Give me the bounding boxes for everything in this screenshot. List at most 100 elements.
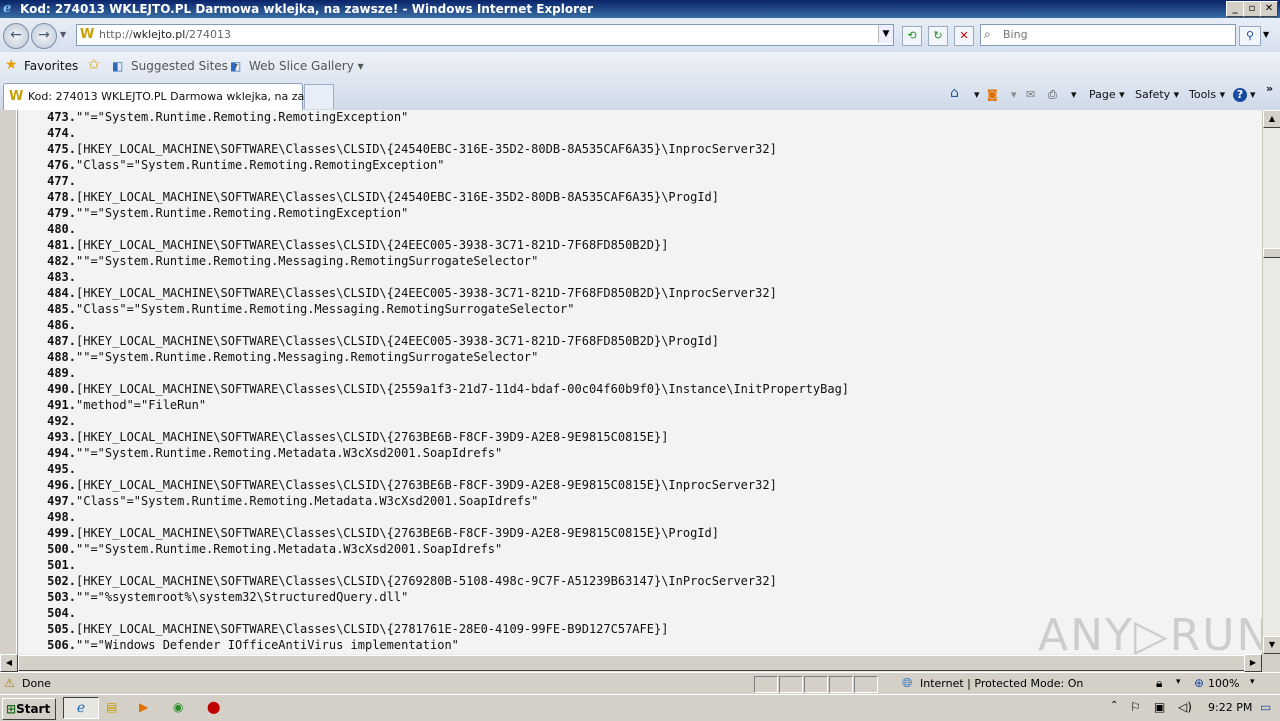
show-desktop-icon[interactable]: ▭ — [1260, 700, 1271, 714]
read-mail-icon[interactable]: ✉ — [1026, 88, 1035, 101]
print-dropdown-icon[interactable]: ▾ — [1071, 88, 1077, 101]
title-bar: ℯ Kod: 274013 WKLEJTO.PL Darmowa wklejka… — [0, 0, 1280, 18]
line-text: [HKEY_LOCAL_MACHINE\SOFTWARE\Classes\CLS… — [76, 622, 669, 636]
feeds-dropdown-icon[interactable]: ▾ — [1011, 88, 1017, 101]
start-label: Start — [16, 702, 51, 716]
scroll-up-icon[interactable]: ▲ — [1263, 110, 1280, 128]
new-tab-button[interactable] — [304, 84, 334, 109]
scroll-right-icon[interactable]: ▶ — [1244, 654, 1262, 672]
tray-volume-icon[interactable]: ◁) — [1178, 700, 1192, 714]
quicklaunch-chrome-icon[interactable]: ◉ — [173, 700, 183, 714]
line-text: [HKEY_LOCAL_MACHINE\SOFTWARE\Classes\CLS… — [76, 430, 669, 444]
favorites-bar: ★ Favorites ✩ ◧ Suggested Sites ▾ ◧ Web … — [0, 52, 1280, 81]
line-text: "Class"="System.Runtime.Remoting.Messagi… — [76, 302, 575, 316]
code-line: 487. [HKEY_LOCAL_MACHINE\SOFTWARE\Classes… — [18, 334, 1258, 350]
print-icon[interactable]: ⎙ — [1048, 88, 1057, 102]
line-number: 500. — [47, 542, 76, 556]
tray-expand-icon[interactable]: ⌃ — [1110, 700, 1118, 711]
code-line: 502. [HKEY_LOCAL_MACHINE\SOFTWARE\Classes… — [18, 574, 1258, 590]
tray-flag-icon[interactable]: ⚐ — [1130, 700, 1141, 714]
clock[interactable]: 9:22 PM — [1208, 701, 1252, 714]
code-line: 500. ""="System.Runtime.Remoting.Metadata… — [18, 542, 1258, 558]
zoom-dropdown-icon[interactable]: ▾ — [1250, 677, 1255, 687]
protected-mode-dropdown-icon[interactable]: ▾ — [1176, 677, 1181, 687]
bing-search-icon: ⌕ — [984, 27, 991, 41]
line-number: 488. — [47, 350, 76, 364]
close-window-button[interactable]: ✕ — [1260, 1, 1278, 17]
vertical-scrollbar[interactable]: ▲ ▼ — [1262, 110, 1280, 654]
line-text: [HKEY_LOCAL_MACHINE\SOFTWARE\Classes\CLS… — [76, 238, 669, 252]
vertical-scroll-thumb[interactable] — [1263, 248, 1280, 258]
address-bar[interactable]: W http://wklejto.pl/274013 ▼ — [76, 24, 894, 46]
maximize-button[interactable]: ▫ — [1243, 1, 1261, 17]
favorites-button[interactable]: Favorites — [24, 59, 78, 73]
code-line: 486. — [18, 318, 1258, 334]
search-box[interactable]: ⌕ — [980, 24, 1236, 46]
zoom-level[interactable]: 100% — [1208, 677, 1239, 690]
help-dropdown-icon[interactable]: ▾ — [1250, 88, 1256, 101]
minimize-button[interactable]: _ — [1226, 1, 1244, 17]
tray-network-icon[interactable]: ▣ — [1154, 700, 1165, 714]
taskbar-ie-button[interactable]: ℯ — [63, 697, 99, 719]
security-zone-text[interactable]: Internet | Protected Mode: On — [920, 677, 1083, 690]
line-number: 487. — [47, 334, 76, 348]
line-number: 502. — [47, 574, 76, 588]
code-line: 495. — [18, 462, 1258, 478]
line-number: 504. — [47, 606, 76, 620]
line-text: [HKEY_LOCAL_MACHINE\SOFTWARE\Classes\CLS… — [76, 382, 850, 396]
line-number: 479. — [47, 206, 76, 220]
ie-logo-icon: ℯ — [3, 1, 12, 16]
line-number: 505. — [47, 622, 76, 636]
code-listing: 473. ""="System.Runtime.Remoting.Remoting… — [17, 110, 1262, 654]
url-scheme: http:// — [99, 28, 133, 41]
favorites-star-icon: ★ — [5, 57, 18, 73]
horizontal-scroll-thumb[interactable] — [18, 655, 1246, 671]
status-segment — [779, 676, 803, 693]
forward-button[interactable]: → — [31, 23, 57, 49]
feeds-icon[interactable]: ◙ — [987, 88, 998, 101]
help-icon[interactable]: ? — [1233, 88, 1247, 102]
code-line: 498. — [18, 510, 1258, 526]
status-segment — [829, 676, 853, 693]
zoom-icon[interactable]: ⊕ — [1194, 676, 1204, 690]
home-icon[interactable]: ⌂ — [950, 85, 959, 101]
recent-pages-dropdown-icon[interactable]: ▼ — [60, 30, 66, 39]
quicklaunch-stop-icon[interactable]: ⬤ — [207, 700, 220, 714]
line-number: 489. — [47, 366, 76, 380]
search-input[interactable] — [1001, 27, 1235, 42]
compatibility-view-icon[interactable]: ⟲ — [902, 26, 922, 46]
start-button[interactable]: ⊞Start — [2, 698, 56, 720]
quicklaunch-media-player-icon[interactable]: ▶ — [139, 700, 148, 714]
tab-active[interactable]: W Kod: 274013 WKLEJTO.PL Darmowa wklejka… — [3, 83, 330, 110]
quicklaunch-explorer-icon[interactable]: ▤ — [106, 700, 117, 714]
code-line: 483. — [18, 270, 1258, 286]
add-to-favorites-icon[interactable]: ✩ — [88, 57, 100, 73]
code-line: 496. [HKEY_LOCAL_MACHINE\SOFTWARE\Classes… — [18, 478, 1258, 494]
refresh-icon[interactable]: ↻ — [928, 26, 948, 46]
code-line: 477. — [18, 174, 1258, 190]
search-button-icon[interactable]: ⚲ — [1239, 26, 1261, 46]
web-slice-gallery-link[interactable]: Web Slice Gallery ▾ — [249, 59, 364, 73]
line-number: 483. — [47, 270, 76, 284]
back-button[interactable]: ← — [3, 23, 29, 49]
address-url[interactable]: http://wklejto.pl/274013 — [99, 28, 231, 41]
home-dropdown-icon[interactable]: ▾ — [974, 88, 980, 101]
tools-menu[interactable]: Tools ▾ — [1189, 88, 1225, 101]
suggested-sites-link[interactable]: Suggested Sites ▾ — [131, 59, 238, 73]
line-text: ""="System.Runtime.Remoting.Metadata.W3c… — [76, 542, 503, 556]
scroll-left-icon[interactable]: ◀ — [0, 654, 18, 672]
scroll-down-icon[interactable]: ▼ — [1263, 636, 1280, 654]
protected-mode-icon[interactable]: 🔒︎ — [1156, 676, 1162, 691]
safety-menu[interactable]: Safety ▾ — [1135, 88, 1179, 101]
code-line: 480. — [18, 222, 1258, 238]
horizontal-scrollbar[interactable]: ◀ ▶ — [0, 654, 1262, 672]
search-options-dropdown-icon[interactable]: ▼ — [1263, 30, 1269, 39]
page-menu[interactable]: Page ▾ — [1089, 88, 1125, 101]
address-dropdown-icon[interactable]: ▼ — [878, 25, 893, 43]
code-line: 479. ""="System.Runtime.Remoting.Remoting… — [18, 206, 1258, 222]
more-commands-icon[interactable]: » — [1266, 82, 1273, 95]
code-line: 497. "Class"="System.Runtime.Remoting.Met… — [18, 494, 1258, 510]
stop-icon[interactable]: ✕ — [954, 26, 974, 46]
line-number: 494. — [47, 446, 76, 460]
line-text: ""="System.Runtime.Remoting.Messaging.Re… — [76, 254, 539, 268]
